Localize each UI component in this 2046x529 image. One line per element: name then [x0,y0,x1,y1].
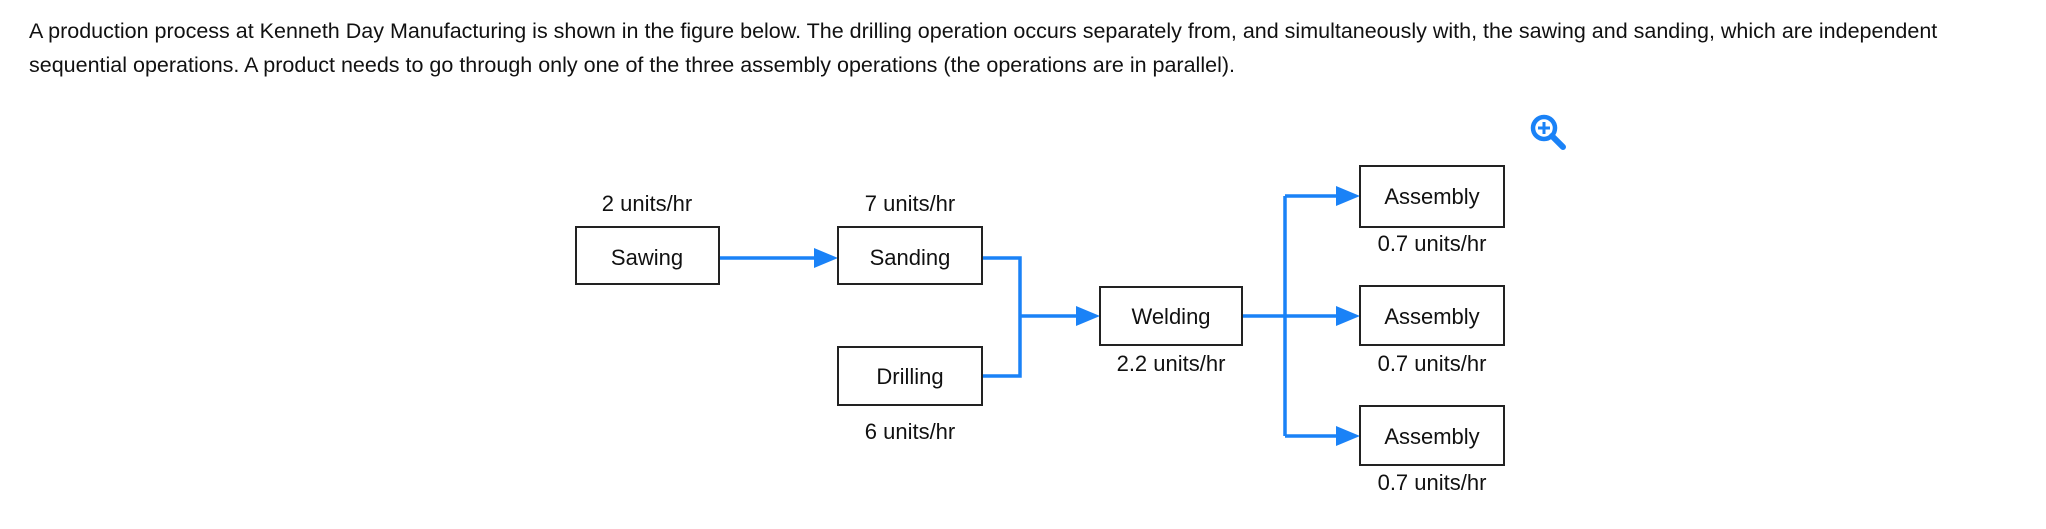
node-welding: Welding 2.2 units/hr [1099,286,1243,376]
rate-label: 7 units/hr [865,191,956,216]
node-label: Assembly [1384,424,1479,449]
rate-label: 2.2 units/hr [1117,351,1226,376]
node-label: Assembly [1384,184,1479,209]
rate-label: 0.7 units/hr [1378,231,1487,256]
process-flow-diagram: 2 units/hr Sawing 7 units/hr Sanding Dri… [575,165,1505,495]
node-assembly-3: Assembly 0.7 units/hr [1359,405,1505,495]
node-assembly-1: Assembly 0.7 units/hr [1359,165,1505,256]
node-sanding: 7 units/hr Sanding [837,191,983,285]
node-label: Sawing [611,245,683,270]
node-sawing: 2 units/hr Sawing [575,191,720,285]
node-label: Assembly [1384,304,1479,329]
node-label: Sanding [870,245,951,270]
rate-label: 6 units/hr [865,419,956,444]
rate-label: 2 units/hr [602,191,693,216]
node-label: Drilling [876,364,943,389]
rate-label: 0.7 units/hr [1378,470,1487,495]
connectors [719,186,1360,446]
node-drilling: Drilling 6 units/hr [837,346,983,444]
merge-line-sanding-drilling [982,256,1022,378]
node-label: Welding [1131,304,1210,329]
rate-label: 0.7 units/hr [1378,351,1487,376]
node-assembly-2: Assembly 0.7 units/hr [1359,285,1505,376]
